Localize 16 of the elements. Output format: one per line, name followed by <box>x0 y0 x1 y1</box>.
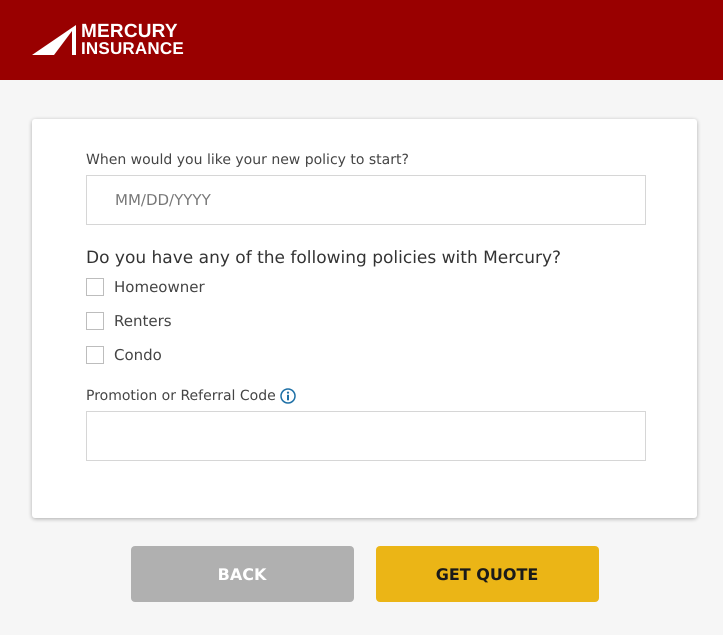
logo-text: MERCURY <box>81 23 179 40</box>
field-label: Promotion or Referral Code <box>86 388 276 404</box>
checkbox-label: Condo <box>114 346 162 364</box>
get-quote-button[interactable]: GET QUOTE <box>376 546 598 602</box>
question-text: Do you have any of the following policies with Mercury? <box>86 248 562 268</box>
field-label: When would you like your new policy to start? <box>86 152 409 168</box>
checkbox[interactable] <box>86 346 104 364</box>
logo-icon <box>32 25 76 55</box>
promo-code-field[interactable] <box>86 411 646 461</box>
checkbox-label: Homeowner <box>114 278 205 296</box>
logo-text: INSURANCE <box>81 40 184 57</box>
checkbox-label: Renters <box>114 312 172 330</box>
date-field[interactable]: MM/DD/YYYY <box>86 175 646 225</box>
checkbox[interactable] <box>86 278 104 296</box>
checkbox[interactable] <box>86 312 104 330</box>
info-icon[interactable] <box>280 388 296 404</box>
